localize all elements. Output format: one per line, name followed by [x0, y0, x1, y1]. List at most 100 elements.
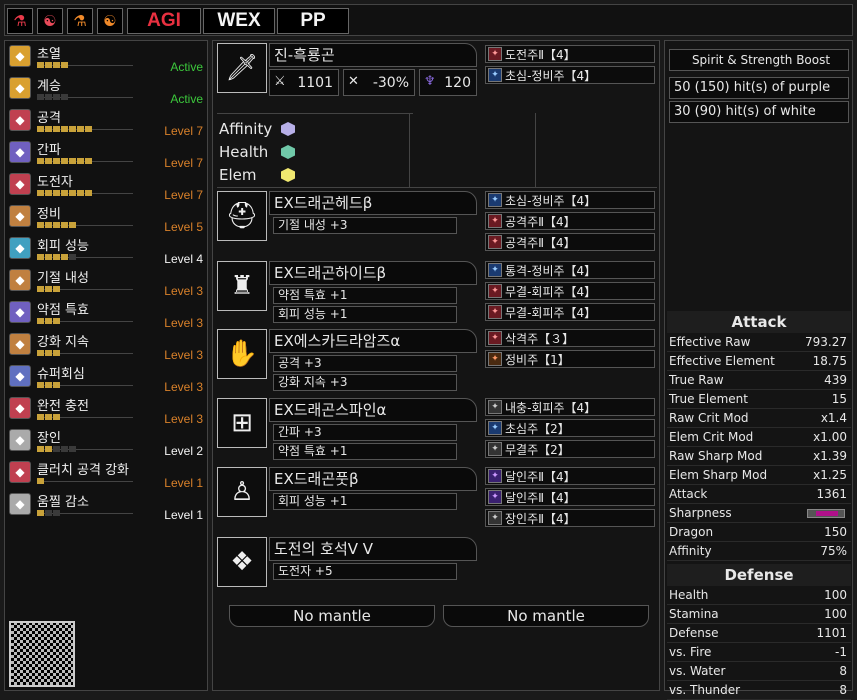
- decoration-slot[interactable]: ✦ 무결주【2】: [485, 440, 655, 458]
- skill-row[interactable]: ◆ 강화 지속 Level 3: [7, 331, 207, 363]
- skill-pip: [37, 446, 44, 452]
- skill-pips: [37, 222, 76, 228]
- flask-orange-icon[interactable]: ⚗: [67, 8, 93, 34]
- stat-row: Stamina 100: [667, 605, 851, 624]
- decoration-label: 통격-정비주【4】: [505, 263, 597, 278]
- skill-level: Level 3: [164, 284, 203, 298]
- stat-row: Health 100: [667, 586, 851, 605]
- decoration-slot[interactable]: ✦ 무결-회피주【4】: [485, 282, 655, 300]
- skill-row[interactable]: ◆ 완전 충전 Level 3: [7, 395, 207, 427]
- skill-level: Level 3: [164, 412, 203, 426]
- skill-pip: [37, 414, 44, 420]
- stat-value: 1101: [816, 626, 847, 640]
- decoration-slot[interactable]: ✦ 달인주Ⅱ【4】: [485, 488, 655, 506]
- skill-pip: [53, 446, 60, 452]
- stat-value: x1.25: [813, 468, 847, 482]
- skill-pip: [53, 286, 60, 292]
- element-value: 120: [444, 74, 471, 91]
- defense-header: Defense: [667, 564, 851, 586]
- skill-pip: [69, 446, 76, 452]
- skill-pip: [53, 414, 60, 420]
- tag-pp[interactable]: PP: [277, 8, 349, 34]
- decoration-slot[interactable]: ✦ 통격-정비주【4】: [485, 261, 655, 279]
- skill-pips: [37, 190, 92, 196]
- mantle-slot-2[interactable]: No mantle: [443, 605, 649, 627]
- skill-level: Level 5: [164, 220, 203, 234]
- skill-row[interactable]: ◆ 움찔 감소 Level 1: [7, 491, 207, 523]
- skill-pip: [61, 158, 68, 164]
- decoration-slot[interactable]: ✦ 무결-회피주【4】: [485, 303, 655, 321]
- stat-value: 100: [824, 588, 847, 602]
- decoration-slot[interactable]: ✦ 공격주Ⅱ【4】: [485, 212, 655, 230]
- decoration-label: 도전주Ⅱ【4】: [505, 47, 576, 62]
- skill-pip: [53, 94, 60, 100]
- boost-button[interactable]: Spirit & Strength Boost: [669, 49, 849, 71]
- skill-pip: [61, 446, 68, 452]
- skill-pip: [61, 94, 68, 100]
- skill-pip: [69, 254, 76, 260]
- decoration-slot[interactable]: ✦ 달인주Ⅱ【4】: [485, 467, 655, 485]
- skill-pip: [53, 350, 60, 356]
- skill-row[interactable]: ◆ 기절 내성 Level 3: [7, 267, 207, 299]
- stat-value: 439: [824, 373, 847, 387]
- skill-row[interactable]: ◆ 클러치 공격 강화 Level 1: [7, 459, 207, 491]
- skill-row[interactable]: ◆ 장인 Level 2: [7, 427, 207, 459]
- purple-hits-field[interactable]: 50 (150) hit(s) of purple: [669, 77, 849, 99]
- skill-row[interactable]: ◆ 공격 Level 7: [7, 107, 207, 139]
- skill-pips: [37, 350, 60, 356]
- skill-row[interactable]: ◆ 정비 Level 5: [7, 203, 207, 235]
- decoration-label: 공격주Ⅱ【4】: [505, 214, 576, 229]
- decoration-slot[interactable]: ✦ 초심-정비주【4】: [485, 66, 655, 84]
- tag-agi[interactable]: AGI: [127, 8, 201, 34]
- decoration-slot[interactable]: ✦ 공격주Ⅱ【4】: [485, 233, 655, 251]
- decoration-slot[interactable]: ✦ 초심주【2】: [485, 419, 655, 437]
- decoration-slot[interactable]: ✦ 정비주【1】: [485, 350, 655, 368]
- stat-row: vs. Fire -1: [667, 643, 851, 662]
- stat-row: Affinity 75%: [667, 542, 851, 561]
- skill-level: Level 3: [164, 380, 203, 394]
- skill-name: 움찔 감소: [37, 495, 89, 510]
- skill-name: 간파: [37, 143, 61, 158]
- skill-row[interactable]: ◆ 계승 Active: [7, 75, 207, 107]
- armor-skill: 공격 +3: [273, 355, 457, 372]
- stat-label: vs. Water: [669, 664, 726, 678]
- skill-pips: [37, 126, 92, 132]
- decoration-slot[interactable]: ✦ 내충-회피주【4】: [485, 398, 655, 416]
- stat-label: Stamina: [669, 607, 719, 621]
- skill-pips: [37, 158, 92, 164]
- skill-icon: ◆: [9, 141, 31, 163]
- qr-code-icon[interactable]: [9, 621, 75, 687]
- stat-row: Sharpness: [667, 504, 851, 523]
- mantle-slot-1[interactable]: No mantle: [229, 605, 435, 627]
- skill-row[interactable]: ◆ 간파 Level 7: [7, 139, 207, 171]
- flask-icon[interactable]: ⚗: [7, 8, 33, 34]
- stat-label: Affinity: [669, 544, 712, 558]
- decoration-slot[interactable]: ✦ 삭격주【３】: [485, 329, 655, 347]
- white-hits-field[interactable]: 30 (90) hit(s) of white: [669, 101, 849, 123]
- skill-icon: ◆: [9, 109, 31, 131]
- skill-name: 초열: [37, 47, 61, 62]
- skill-row[interactable]: ◆ 슈퍼회심 Level 3: [7, 363, 207, 395]
- skill-pip: [37, 350, 44, 356]
- attack-value: 1101: [297, 74, 333, 91]
- beast-orange-icon[interactable]: ☯: [97, 8, 123, 34]
- decoration-slot[interactable]: ✦ 도전주Ⅱ【4】: [485, 45, 655, 63]
- stat-value: -1: [835, 645, 847, 659]
- skill-row[interactable]: ◆ 초열 Active: [7, 43, 207, 75]
- stat-value: 150: [824, 525, 847, 539]
- skill-pip: [45, 510, 52, 516]
- skill-row[interactable]: ◆ 도전자 Level 7: [7, 171, 207, 203]
- skill-track: [37, 481, 133, 482]
- decoration-slot[interactable]: ✦ 초심-정비주【4】: [485, 191, 655, 209]
- decoration-slot[interactable]: ✦ 장인주Ⅱ【4】: [485, 509, 655, 527]
- skill-pip: [45, 318, 52, 324]
- skill-row[interactable]: ◆ 회피 성능 Level 4: [7, 235, 207, 267]
- stat-row: Effective Raw 793.27: [667, 333, 851, 352]
- skill-level: Level 3: [164, 316, 203, 330]
- skill-row[interactable]: ◆ 약점 특효 Level 3: [7, 299, 207, 331]
- stat-label: Sharpness: [669, 506, 732, 520]
- beast-icon[interactable]: ☯: [37, 8, 63, 34]
- skill-name: 슈퍼회심: [37, 367, 85, 382]
- tag-wex[interactable]: WEX: [203, 8, 275, 34]
- skill-level: Level 1: [164, 476, 203, 490]
